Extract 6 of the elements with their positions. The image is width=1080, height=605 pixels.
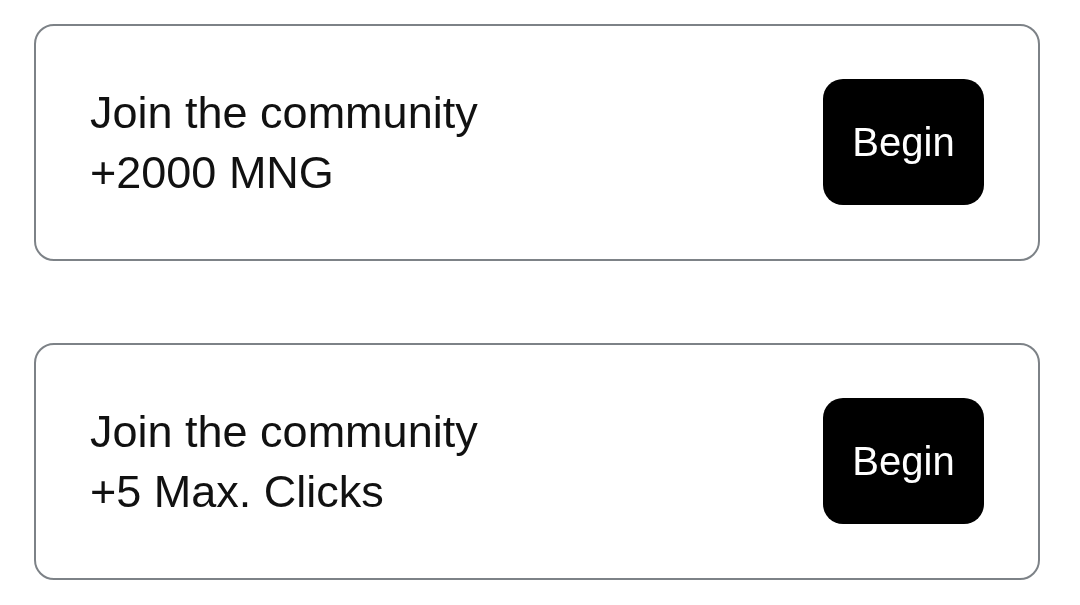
task-title: Join the community — [90, 404, 478, 459]
task-reward: +2000 MNG — [90, 145, 334, 200]
begin-button[interactable]: Begin — [823, 79, 984, 205]
task-reward: +5 Max. Clicks — [90, 464, 384, 519]
task-title: Join the community — [90, 85, 478, 140]
begin-button[interactable]: Begin — [823, 398, 984, 524]
